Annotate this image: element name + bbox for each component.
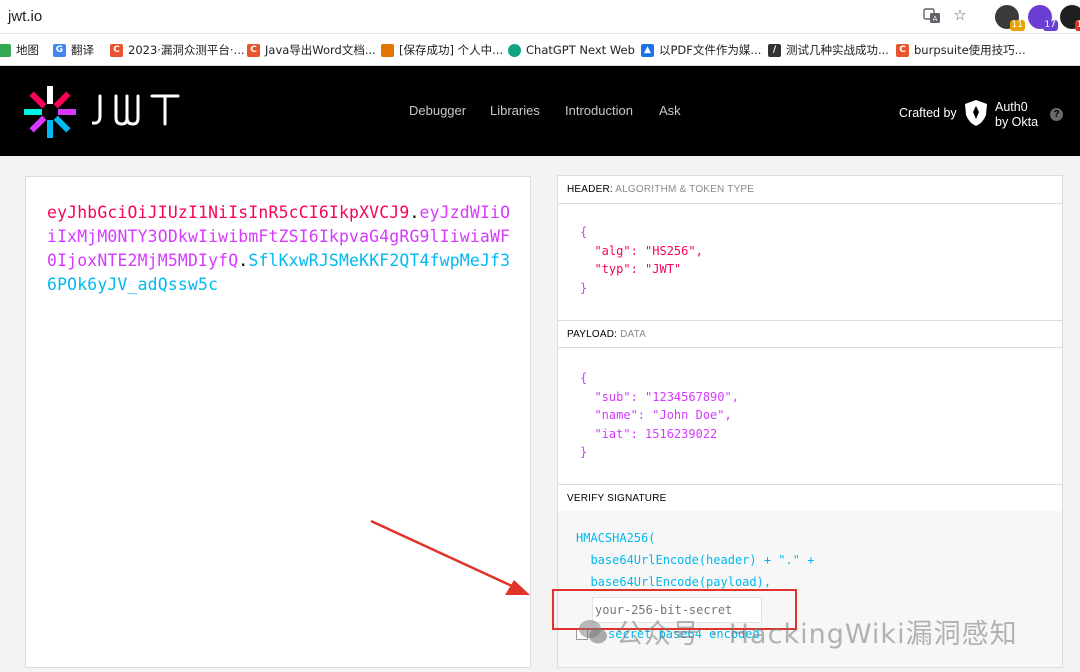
- sig-line: base64UrlEncode(payload),: [576, 575, 772, 589]
- token-dot: .: [409, 203, 420, 222]
- svg-text:A: A: [933, 15, 938, 23]
- nav-debugger[interactable]: Debugger: [409, 103, 466, 118]
- c-icon: C: [110, 43, 123, 57]
- sig-line: base64UrlEncode(header) + "." +: [576, 553, 815, 567]
- bookmark-star-icon[interactable]: ☆: [951, 7, 969, 25]
- bookmark-item[interactable]: / 测试几种实战成功...: [768, 42, 889, 58]
- bookmark-item[interactable]: Cburpsuite使用技巧...: [896, 42, 1026, 58]
- payload-section-title: PAYLOAD: DATA: [558, 320, 1062, 348]
- jwt-wordmark: [92, 94, 180, 126]
- bookmark-item[interactable]: G 翻译: [53, 42, 94, 58]
- header-json-editor[interactable]: { "alg": "HS256", "typ": "JWT"}: [580, 223, 703, 297]
- debugger-area: eyJhbGciOiJIUzI1NiIsInR5cCI6IkpXVCJ9.eyJ…: [0, 156, 1080, 672]
- url-text[interactable]: jwt.io: [8, 8, 42, 25]
- c-icon: C: [896, 43, 909, 57]
- extension-icon[interactable]: 11: [995, 5, 1025, 31]
- payload-json-editor[interactable]: { "sub": "1234567890", "name": "John Doe…: [580, 369, 739, 462]
- bookmarks-bar: 地图 G 翻译 C 2023·漏洞众测平台·... C Java导出Word文档...…: [0, 34, 1080, 66]
- encoded-token-text[interactable]: eyJhbGciOiJIUzI1NiIsInR5cCI6IkpXVCJ9.eyJ…: [47, 201, 517, 297]
- bookmark-item[interactable]: C 2023·漏洞众测平台·...: [110, 42, 245, 58]
- translate-icon: G: [53, 43, 66, 57]
- watermark: 公众号 · HackingWiki漏洞感知: [578, 612, 1018, 651]
- token-header-part: eyJhbGciOiJIUzI1NiIsInR5cCI6IkpXVCJ9: [47, 203, 410, 222]
- c-icon: C: [247, 43, 260, 57]
- openai-icon: [508, 43, 521, 57]
- bookmark-item[interactable]: C Java导出Word文档...: [247, 42, 376, 58]
- token-dot: .: [238, 251, 249, 270]
- extension-icon[interactable]: 10: [1060, 5, 1080, 31]
- auth0-label[interactable]: Auth0: [995, 100, 1028, 114]
- verify-section-title: VERIFY SIGNATURE: [558, 484, 1062, 512]
- shield-icon: [381, 43, 394, 57]
- encoded-token-panel[interactable]: eyJhbGciOiJIUzI1NiIsInR5cCI6IkpXVCJ9.eyJ…: [25, 176, 531, 668]
- nav-libraries[interactable]: Libraries: [490, 103, 540, 118]
- bookmark-item[interactable]: [保存成功] 个人中...: [381, 42, 503, 58]
- site-header: Debugger Libraries Introduction Ask Craf…: [0, 66, 1080, 156]
- jwt-logo-icon[interactable]: [22, 84, 78, 140]
- help-icon[interactable]: ?: [1050, 108, 1063, 121]
- crafted-by-text: Crafted by: [899, 106, 957, 120]
- bookmark-item[interactable]: ▲ 以PDF文件作为媒...: [641, 42, 761, 58]
- address-bar[interactable]: jwt.io A ☆ 11 17 10: [0, 0, 1080, 34]
- nav-introduction[interactable]: Introduction: [565, 103, 633, 118]
- maps-icon: [0, 43, 11, 57]
- notion-icon: /: [768, 43, 781, 57]
- arrow-icon: ▲: [641, 43, 654, 57]
- extension-icon[interactable]: 17: [1028, 5, 1058, 31]
- auth0-shield-icon[interactable]: [964, 99, 988, 127]
- header-section-title: HEADER: ALGORITHM & TOKEN TYPE: [558, 176, 1062, 204]
- wechat-icon: [579, 619, 607, 643]
- okta-label[interactable]: by Okta: [995, 115, 1038, 129]
- translate-page-icon[interactable]: A: [923, 7, 941, 25]
- bookmark-item[interactable]: 地图: [0, 42, 39, 58]
- sig-line: HMACSHA256(: [576, 531, 656, 545]
- nav-ask[interactable]: Ask: [659, 103, 681, 118]
- bookmark-item[interactable]: ChatGPT Next Web: [508, 42, 635, 58]
